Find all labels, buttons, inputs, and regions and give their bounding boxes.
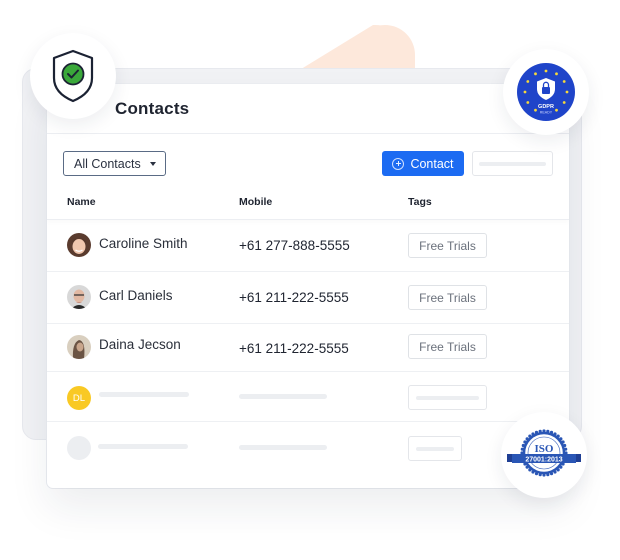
star-icon: [562, 80, 566, 83]
avatar: [67, 285, 91, 309]
iso-badge: ISO 27001:2013: [501, 412, 587, 498]
star-icon: [555, 72, 558, 76]
table-row-placeholder: [47, 422, 569, 478]
initials-avatar: DL: [67, 386, 91, 410]
tag-badge[interactable]: Free Trials: [408, 233, 487, 258]
star-icon: [534, 72, 537, 76]
iso-seal-icon: ISO 27001:2013: [507, 429, 581, 477]
page-title: Contacts: [115, 98, 190, 118]
name-skeleton: [98, 444, 188, 449]
star-icon: [555, 108, 558, 112]
empty-avatar: [67, 436, 91, 460]
panel-header: Contacts: [47, 84, 569, 134]
contacts-filter-dropdown[interactable]: All Contacts: [63, 151, 166, 176]
table-row[interactable]: Daina Jecson +61 211-222-5555 Free Trial…: [47, 324, 569, 372]
column-header-mobile[interactable]: Mobile: [239, 196, 272, 208]
mobile-skeleton: [239, 394, 327, 399]
filter-selected-value: All Contacts: [74, 156, 141, 171]
gdpr-line2: READY: [540, 111, 553, 115]
security-badge: [30, 33, 116, 119]
star-icon: [544, 69, 548, 73]
column-header-tags[interactable]: Tags: [408, 196, 432, 208]
iso-code: 27001:2013: [525, 456, 562, 463]
contacts-panel: Contacts All Contacts Contact Name Mobil…: [47, 84, 569, 488]
avatar: [67, 233, 91, 257]
star-icon: [526, 101, 530, 104]
contact-mobile: +61 211-222-5555: [239, 290, 349, 305]
contact-mobile: +61 277-888-5555: [239, 238, 350, 253]
contact-name[interactable]: Daina Jecson: [99, 337, 181, 352]
toolbar: All Contacts Contact: [47, 134, 569, 192]
tag-skeleton: [408, 436, 462, 461]
avatar: [67, 335, 91, 359]
tag-badge[interactable]: Free Trials: [408, 285, 487, 310]
search-placeholder-skeleton: [479, 162, 546, 166]
name-skeleton: [99, 392, 189, 397]
column-header-name[interactable]: Name: [67, 196, 96, 208]
star-icon: [565, 90, 569, 94]
star-icon: [562, 101, 566, 104]
contact-mobile: +61 211-222-5555: [239, 341, 349, 356]
gdpr-line1: GDPR: [538, 104, 554, 110]
table-row[interactable]: Caroline Smith +61 277-888-5555 Free Tri…: [47, 220, 569, 272]
star-icon: [534, 108, 537, 112]
shield-check-icon: [52, 49, 94, 103]
iso-title: ISO: [535, 443, 554, 455]
gdpr-seal-icon: GDPR READY: [517, 63, 575, 121]
table-row-placeholder: DL: [47, 372, 569, 422]
table-header: Name Mobile Tags: [47, 192, 569, 220]
search-input[interactable]: [472, 151, 553, 176]
contact-name[interactable]: Carl Daniels: [99, 288, 173, 303]
gdpr-badge: GDPR READY: [503, 49, 589, 135]
tag-badge[interactable]: Free Trials: [408, 334, 487, 359]
contact-name[interactable]: Caroline Smith: [99, 236, 188, 251]
caret-down-icon: [150, 162, 156, 166]
mobile-skeleton: [239, 445, 327, 450]
star-icon: [523, 90, 527, 94]
add-contact-label: Contact: [410, 156, 454, 171]
table-row[interactable]: Carl Daniels +61 211-222-5555 Free Trial…: [47, 272, 569, 324]
add-contact-button[interactable]: Contact: [382, 151, 464, 176]
star-icon: [526, 80, 530, 83]
plus-circle-icon: [392, 157, 405, 170]
tag-skeleton: [408, 385, 487, 410]
